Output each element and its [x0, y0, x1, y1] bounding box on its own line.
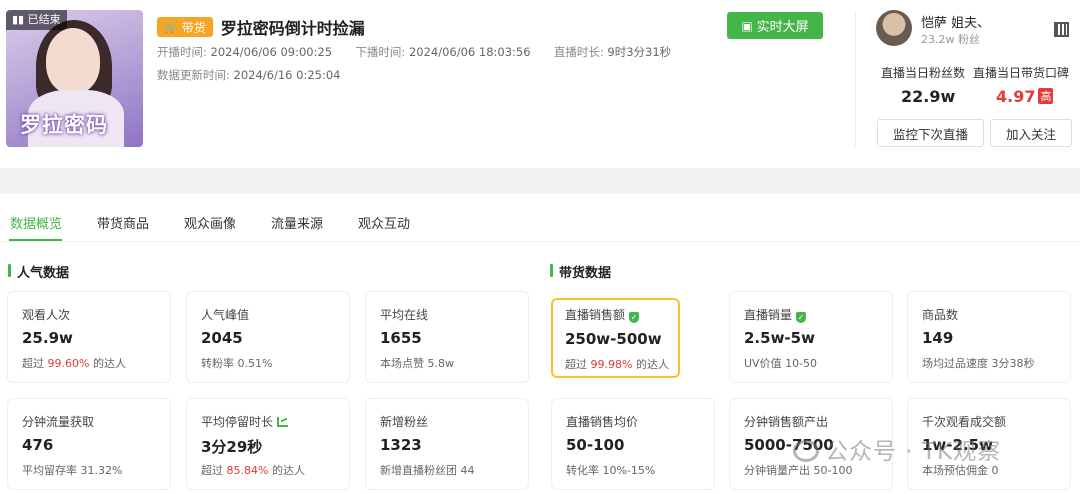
live-header: ▮▮ 已结束 罗拉密码 🛒 带货 罗拉密码倒计时捡漏 开播时间: 2024/06/… [0, 0, 1080, 168]
qr-code-icon[interactable] [1054, 22, 1069, 37]
duration-label: 直播时长: [553, 45, 604, 59]
streamer-fans: 23.2w 粉丝 [921, 33, 980, 46]
start-time: 2024/06/06 09:00:25 [210, 45, 333, 59]
realtime-screen-label: 实时大屏 [756, 20, 809, 35]
header-divider [855, 12, 856, 147]
metric-card-new-fans[interactable]: 新增粉丝 1323 新增直播粉丝团 44 [365, 398, 529, 490]
cover-logo-text: 罗拉密码 [20, 113, 108, 137]
tab-overview[interactable]: 数据概览 [10, 213, 62, 232]
wechat-icon [793, 440, 819, 462]
tab-audience[interactable]: 观众画像 [184, 213, 236, 232]
metric-label: 分钟销售额产出 [744, 415, 829, 429]
metric-label: 平均停留时长 [201, 413, 289, 430]
tab-interaction[interactable]: 观众互动 [358, 213, 410, 232]
watermark: 公众号 · TK观察 [793, 432, 1001, 466]
metric-sub: 超过 99.98% 的达人 [565, 358, 669, 371]
cover-face [46, 28, 100, 94]
metric-value: 2.5w-5w [744, 329, 815, 347]
tab-products[interactable]: 带货商品 [97, 213, 149, 232]
metric-value: 25.9w [22, 329, 73, 347]
metric-card-traffic-per-minute[interactable]: 分钟流量获取 476 平均留存率 31.32% [7, 398, 171, 490]
metric-sub: 新增直播粉丝团 44 [380, 464, 475, 477]
monitor-next-live-button[interactable]: 监控下次直播 [877, 119, 984, 147]
active-tab-indicator [9, 239, 62, 241]
metric-label: 平均在线 [380, 308, 429, 322]
rating-stat-label: 直播当日带货口碑 [973, 66, 1070, 80]
sales-section-title: 带货数据 [550, 262, 611, 281]
metric-card-avg-online[interactable]: 平均在线 1655 本场点赞 5.8w [365, 291, 529, 383]
metric-card-sales-volume[interactable]: 直播销量 ✓ 2.5w-5w UV价值 10-50 [729, 291, 893, 383]
ended-badge-label: 已结束 [27, 13, 61, 26]
update-time: 2024/6/16 0:25:04 [233, 68, 341, 82]
metric-card-avg-price[interactable]: 直播销售均价 50-100 转化率 10%-15% [551, 398, 715, 490]
tab-bar: 数据概览 带货商品 观众画像 流量来源 观众互动 [0, 194, 1080, 242]
metric-sub: 本场点赞 5.8w [380, 357, 454, 370]
title-row: 🛒 带货 罗拉密码倒计时捡漏 [157, 15, 365, 39]
bar-chart-icon: ▮▮ [12, 13, 28, 26]
metric-card-avg-stay[interactable]: 平均停留时长 3分29秒 超过 85.84% 的达人 [186, 398, 350, 490]
fans-stat-value: 22.9w [901, 87, 956, 106]
streamer-avatar[interactable] [876, 10, 912, 46]
end-time: 2024/06/06 18:03:56 [408, 45, 531, 59]
metric-value: 1323 [380, 436, 422, 454]
ended-badge: ▮▮ 已结束 [6, 10, 67, 30]
metric-label: 直播销售额 ✓ [565, 308, 640, 323]
sales-tag-label: 带货 [181, 20, 206, 35]
update-time-label: 数据更新时间: [157, 68, 230, 82]
metric-label: 直播销量 ✓ [744, 308, 807, 323]
popularity-section-title: 人气数据 [8, 262, 69, 281]
duration: 9时3分31秒 [607, 45, 672, 59]
sales-tag: 🛒 带货 [157, 17, 213, 37]
start-time-label: 开播时间: [157, 45, 207, 59]
metric-label: 分钟流量获取 [22, 415, 95, 429]
cart-icon: 🛒 [164, 20, 178, 34]
metric-value: 3分29秒 [201, 438, 263, 456]
metric-sub: 超过 85.84% 的达人 [201, 464, 305, 477]
realtime-screen-button[interactable]: ▣ 实时大屏 [727, 12, 823, 39]
metric-label: 人气峰值 [201, 308, 250, 322]
follow-button[interactable]: 加入关注 [990, 119, 1072, 147]
section-separator [0, 168, 1080, 194]
metric-card-peak[interactable]: 人气峰值 2045 转粉率 0.51% [186, 291, 350, 383]
rating-badge: 高 [1038, 88, 1054, 104]
watermark-text: 公众号 · TK观察 [825, 439, 1002, 465]
metric-value: 476 [22, 436, 54, 454]
metric-card-products[interactable]: 商品数 149 场均过品速度 3分38秒 [907, 291, 1071, 383]
update-time-row: 数据更新时间: 2024/6/16 0:25:04 [157, 67, 341, 83]
metric-sub: UV价值 10-50 [744, 357, 818, 370]
metric-label: 直播销售均价 [566, 415, 639, 429]
metric-sub: 场均过品速度 3分38秒 [922, 357, 1035, 370]
trend-chart-icon[interactable] [277, 417, 289, 427]
tab-traffic[interactable]: 流量来源 [271, 213, 323, 232]
metric-value: 250w-500w [565, 330, 662, 348]
metric-label: 千次观看成交额 [922, 415, 1007, 429]
metric-sub: 超过 99.60% 的达人 [22, 357, 126, 370]
end-time-label: 下播时间: [355, 45, 406, 59]
rating-value: 4.97 [996, 87, 1036, 106]
monitor-icon: ▣ [741, 18, 753, 33]
metric-value: 2045 [201, 329, 243, 347]
streamer-name[interactable]: 恺萨 姐夫、 [921, 12, 990, 31]
live-cover-image[interactable]: ▮▮ 已结束 罗拉密码 [6, 10, 143, 147]
metric-label: 观看人次 [22, 308, 71, 322]
metric-card-sales-amount[interactable]: 直播销售额 ✓ 250w-500w 超过 99.98% 的达人 [551, 298, 680, 378]
metric-card-views[interactable]: 观看人次 25.9w 超过 99.60% 的达人 [7, 291, 171, 383]
verified-shield-icon: ✓ [796, 312, 807, 323]
metric-sub: 转化率 10%-15% [566, 464, 656, 477]
metric-sub: 平均留存率 31.32% [22, 464, 123, 477]
metric-label: 商品数 [922, 308, 959, 322]
live-title: 罗拉密码倒计时捡漏 [220, 19, 365, 38]
metric-value: 1655 [380, 329, 422, 347]
metric-value: 50-100 [566, 436, 625, 454]
metric-sub: 转粉率 0.51% [201, 357, 273, 370]
metric-value: 149 [922, 329, 954, 347]
metric-label: 新增粉丝 [380, 415, 429, 429]
rating-stat-value: 4.97 高 [996, 87, 1054, 106]
verified-shield-icon: ✓ [629, 312, 640, 323]
fans-stat-label: 直播当日粉丝数 [881, 66, 966, 80]
live-times: 开播时间: 2024/06/06 09:00:25 下播时间: 2024/06/… [157, 44, 671, 60]
